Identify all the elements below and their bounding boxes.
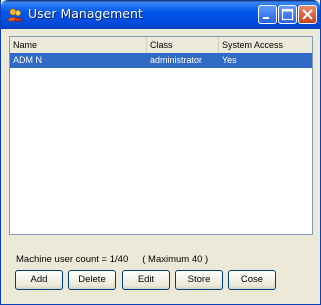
user-management-app-icon: [7, 8, 23, 22]
cell-class: administrator: [150, 55, 203, 65]
delete-button[interactable]: Delete: [68, 270, 116, 290]
close-icon: [302, 9, 313, 20]
user-management-window: User Management Name Class System Access…: [0, 0, 321, 305]
column-header-class[interactable]: Class: [147, 37, 219, 53]
cell-name: ADM N: [13, 55, 42, 65]
column-header-system-access[interactable]: System Access: [219, 37, 312, 53]
maximum-label: ( Maximum 40 ): [142, 254, 209, 265]
table-row[interactable]: ADM N administrator Yes: [10, 53, 312, 68]
minimize-button[interactable]: [258, 5, 277, 24]
list-header: Name Class System Access: [10, 37, 312, 54]
minimize-icon: [263, 17, 269, 19]
close-button[interactable]: [298, 5, 317, 24]
user-count-label: Machine user count = 1/40: [16, 254, 129, 265]
close-dialog-button[interactable]: Cose: [228, 270, 276, 290]
window-title: User Management: [28, 6, 143, 21]
maximize-icon: [281, 8, 294, 21]
maximize-button[interactable]: [278, 5, 297, 24]
title-bar[interactable]: User Management: [1, 0, 320, 29]
user-count-status: Machine user count = 1/40 ( Maximum 40 ): [16, 254, 208, 265]
edit-button[interactable]: Edit: [122, 270, 170, 290]
store-button[interactable]: Store: [175, 270, 223, 290]
user-list[interactable]: Name Class System Access ADM N administr…: [9, 36, 313, 235]
cell-system-access: Yes: [222, 55, 237, 65]
add-button[interactable]: Add: [15, 270, 63, 290]
column-header-name[interactable]: Name: [10, 37, 147, 53]
